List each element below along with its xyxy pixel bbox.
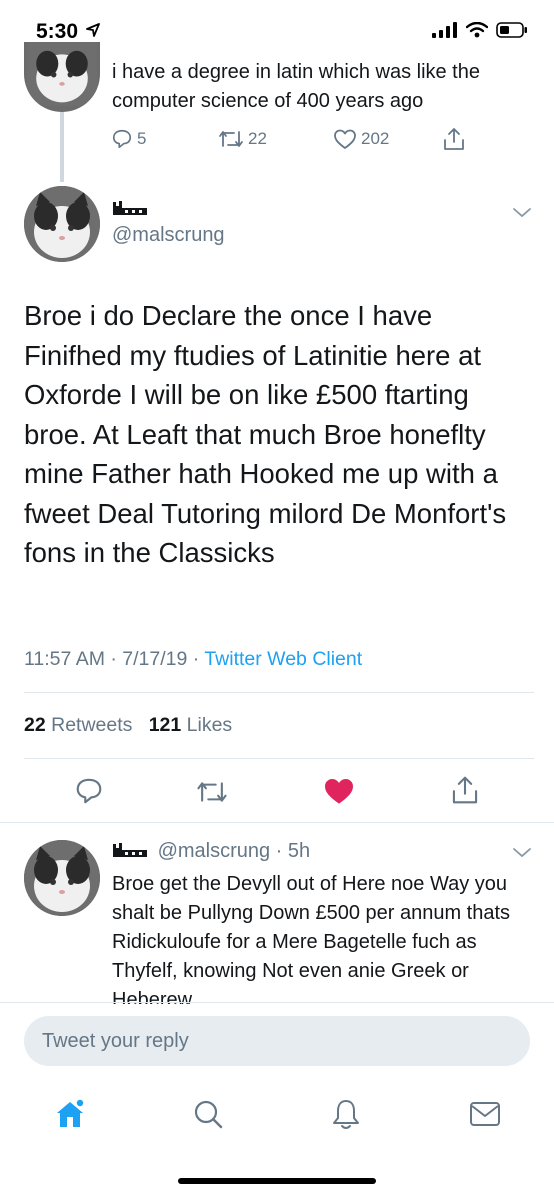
reply-avatar[interactable]	[24, 840, 100, 916]
reply-tweet-menu-chevron[interactable]	[512, 846, 532, 865]
parent-reply-count: 5	[137, 129, 147, 148]
share-icon	[452, 776, 478, 804]
reply-input[interactable]	[24, 1016, 502, 1066]
parent-like-count: 202	[361, 129, 390, 148]
main-retweet-button[interactable]	[196, 778, 228, 811]
main-tweet-timestamp: 11:57 AM · 7/17/19 ·	[24, 648, 205, 670]
retweets-label: Retweets	[51, 714, 133, 736]
retweet-icon	[219, 131, 243, 147]
main-avatar[interactable]	[24, 186, 100, 262]
reply-tweet-text: Broe get the Devyll out of Here noe Way …	[112, 873, 511, 1004]
location-arrow-icon	[85, 23, 100, 37]
wifi-icon	[466, 22, 488, 38]
battery-icon	[496, 22, 527, 38]
reply-tweet-age: · 5h	[270, 840, 311, 862]
divider	[24, 692, 534, 693]
parent-retweet-count: 22	[248, 129, 267, 148]
likes-label: Likes	[186, 714, 233, 736]
divider	[0, 1002, 554, 1003]
divider	[24, 758, 534, 759]
thread-connector-line	[60, 112, 64, 182]
home-indicator[interactable]	[178, 1178, 376, 1184]
main-like-button[interactable]	[323, 776, 355, 811]
main-tweet-menu-chevron[interactable]	[512, 206, 532, 225]
likes-count: 121	[148, 714, 182, 736]
reply-tweet-header: @malscrung · 5h	[112, 840, 310, 863]
retweets-stat[interactable]: 22 Retweets	[24, 714, 132, 736]
parent-like-button[interactable]: 202	[333, 128, 389, 150]
display-name-glyph	[112, 200, 148, 221]
parent-reply-button[interactable]: 5	[111, 128, 146, 150]
nav-home[interactable]	[50, 1094, 90, 1134]
main-tweet-client-link[interactable]: Twitter Web Client	[204, 648, 362, 670]
main-tweet-handle[interactable]: @malscrung	[112, 224, 225, 247]
likes-stat[interactable]: 121 Likes	[149, 714, 233, 736]
search-icon	[194, 1100, 223, 1129]
chevron-down-icon	[513, 848, 531, 858]
status-time: 5:30	[36, 20, 100, 44]
heart-filled-icon	[325, 779, 353, 804]
reply-icon	[112, 129, 132, 149]
messages-envelope-icon	[470, 1102, 500, 1126]
retweet-icon	[197, 782, 227, 802]
parent-avatar[interactable]	[24, 42, 100, 112]
status-indicators	[432, 22, 528, 38]
nav-search[interactable]	[188, 1094, 228, 1134]
signal-icon	[432, 22, 457, 38]
notifications-bell-icon	[333, 1100, 359, 1129]
main-tweet-text: Broe i do Declare the once I have Finifh…	[24, 300, 507, 568]
divider	[0, 822, 554, 823]
main-reply-button[interactable]	[74, 776, 104, 811]
reply-tweet-handle[interactable]: @malscrung	[158, 840, 271, 862]
status-time-text: 5:30	[36, 20, 79, 43]
nav-notifications[interactable]	[326, 1094, 366, 1134]
chevron-down-icon	[513, 208, 531, 218]
parent-share-button[interactable]	[442, 126, 466, 152]
parent-retweet-button[interactable]: 22	[218, 128, 267, 150]
heart-icon	[334, 129, 356, 149]
main-share-button[interactable]	[450, 774, 480, 811]
share-icon	[444, 128, 464, 150]
reply-icon	[76, 778, 102, 804]
retweets-count: 22	[24, 714, 46, 736]
castle-emblem-icon	[113, 843, 147, 857]
main-tweet-meta: 11:57 AM · 7/17/19 · Twitter Web Client	[24, 648, 362, 671]
castle-emblem-icon	[113, 201, 147, 215]
nav-messages[interactable]	[465, 1094, 505, 1134]
reply-composer[interactable]	[24, 1016, 530, 1066]
home-icon	[57, 1098, 85, 1127]
parent-tweet-text: i have a degree in latin which was like …	[112, 61, 480, 112]
engagement-stats: 22 Retweets 121 Likes	[24, 714, 232, 737]
